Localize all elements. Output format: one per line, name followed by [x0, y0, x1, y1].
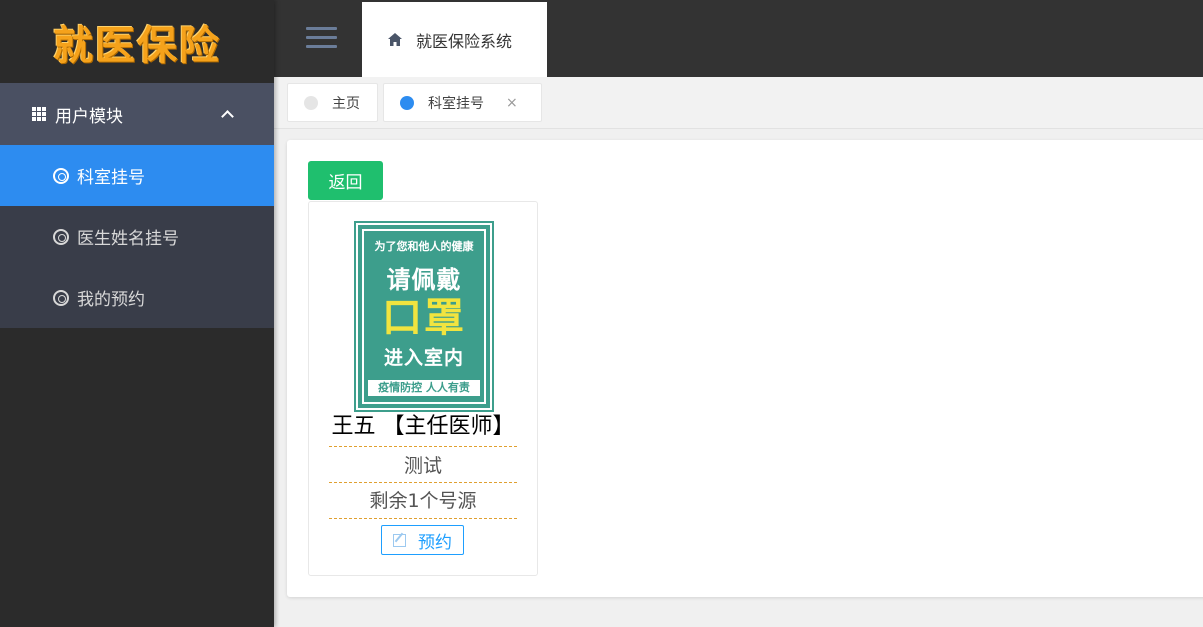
menu-toggle-icon[interactable]	[306, 27, 337, 49]
chevron-up-icon	[221, 110, 234, 123]
home-icon	[388, 33, 402, 46]
doctor-photo: 为了您和他人的健康 请佩戴 口罩 进入室内 疫情防控 人人有责	[354, 221, 494, 412]
sidebar-item-label: 我的预约	[77, 290, 145, 310]
header-tab-label: 就医保险系统	[416, 31, 513, 51]
poster-line: 疫情防控 人人有责	[368, 380, 480, 396]
menu-group-user: 用户模块 科室挂号 医生姓名挂号 我的预约	[0, 83, 274, 328]
remaining-slots: 剩余1个号源	[329, 484, 517, 519]
menu-header-label: 用户模块	[55, 106, 123, 127]
poster-line: 口罩	[382, 295, 466, 341]
aperture-icon	[53, 289, 69, 306]
back-button[interactable]: 返回	[308, 161, 383, 200]
aperture-icon	[53, 167, 69, 184]
top-header: 就医保险系统	[274, 0, 1203, 77]
sidebar-item-doctor-register[interactable]: 医生姓名挂号	[0, 206, 274, 267]
poster-line: 进入室内	[383, 347, 464, 369]
logo: 就医保险	[0, 0, 274, 83]
sidebar-item-department-register[interactable]: 科室挂号	[0, 145, 274, 206]
tab-dot	[304, 95, 318, 110]
tab-home[interactable]: 主页	[287, 83, 378, 122]
header-tab-system[interactable]: 就医保险系统	[362, 2, 547, 77]
edit-icon	[393, 533, 406, 547]
sidebar: 就医保险 用户模块 科室挂号 医生姓名挂号 我的预约	[0, 0, 274, 627]
tab-department-register[interactable]: 科室挂号 ×	[383, 83, 542, 122]
content-panel: 返回 为了您和他人的健康 请佩戴 口罩 进入室内 疫情防控 人人有责 王五 【主…	[287, 140, 1203, 597]
close-icon[interactable]: ×	[506, 95, 518, 111]
grid-icon	[32, 107, 46, 121]
sidebar-item-my-appointments[interactable]: 我的预约	[0, 267, 274, 328]
sidebar-item-label: 科室挂号	[77, 168, 145, 188]
tab-label: 主页	[332, 95, 360, 112]
doctor-department: 测试	[329, 449, 517, 483]
book-button[interactable]: 预约	[381, 525, 464, 555]
menu-header-user-module[interactable]: 用户模块	[0, 83, 274, 145]
doctor-card: 为了您和他人的健康 请佩戴 口罩 进入室内 疫情防控 人人有责 王五 【主任医师…	[308, 201, 538, 576]
poster-line: 请佩戴	[386, 266, 462, 294]
page-tabs: 主页 科室挂号 ×	[274, 77, 1203, 129]
tab-dot	[400, 95, 414, 110]
poster-line: 为了您和他人的健康	[374, 240, 474, 253]
sidebar-item-label: 医生姓名挂号	[77, 229, 179, 249]
book-button-label: 预约	[418, 532, 452, 553]
aperture-icon	[53, 228, 69, 245]
tab-label: 科室挂号	[428, 95, 484, 112]
logo-text: 就医保险	[53, 22, 221, 69]
doctor-name: 王五 【主任医师】	[329, 411, 517, 447]
